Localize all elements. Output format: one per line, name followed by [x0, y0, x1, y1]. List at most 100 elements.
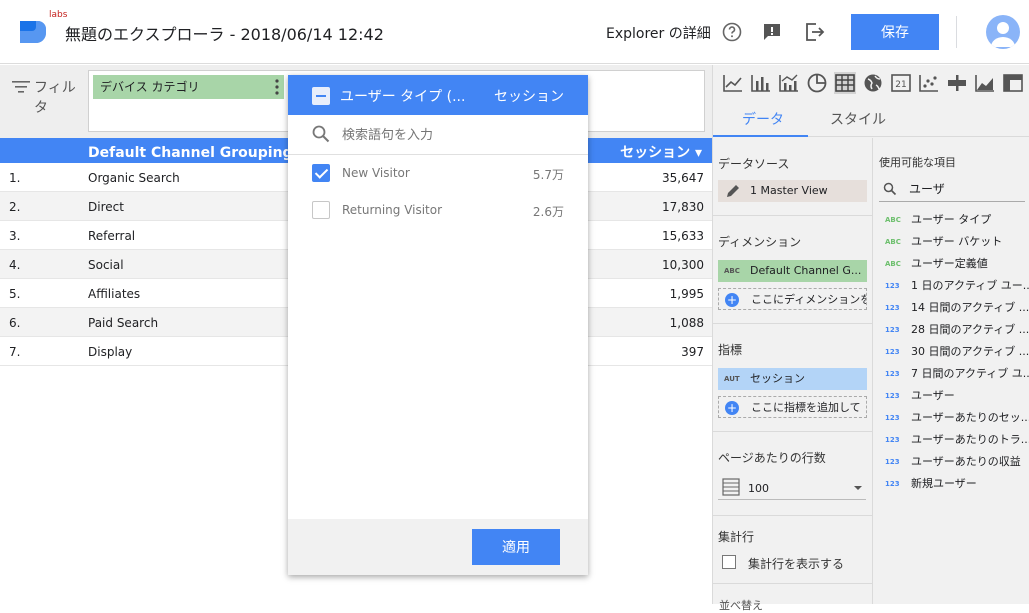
available-fields-title: 使用可能な項目 — [879, 156, 956, 169]
tab-data[interactable]: データ — [742, 109, 784, 129]
save-button[interactable]: 保存 — [851, 14, 939, 50]
row-metric-value: 15,633 — [662, 229, 704, 243]
filter-chip-label: デバイス カテゴリ — [100, 80, 200, 94]
combo-chart-icon[interactable] — [778, 72, 800, 94]
show-total-checkbox[interactable] — [722, 555, 736, 569]
filter-chip-device-category[interactable]: デバイス カテゴリ — [93, 75, 284, 99]
table-chart-icon[interactable] — [834, 72, 856, 94]
exit-icon[interactable] — [802, 20, 826, 44]
report-title[interactable]: 無題のエクスプローラ - 2018/06/14 12:42 — [65, 21, 384, 45]
add-dimension-dropzone[interactable]: + ここにディメンションを — [718, 288, 867, 310]
list-item-label: New Visitor — [342, 166, 410, 180]
search-input[interactable] — [342, 125, 562, 145]
section-divider — [713, 515, 873, 516]
help-icon[interactable] — [720, 20, 744, 44]
toolbar-divider — [956, 16, 957, 48]
list-item-new-visitor[interactable]: New Visitor 5.7万 — [288, 155, 588, 191]
panel-tabs: データ スタイル — [713, 99, 1029, 137]
row-metric-value: 397 — [681, 345, 704, 359]
available-field-item[interactable]: 123 28 日間のアクティブ ... — [879, 319, 1029, 341]
dimension-field[interactable]: ABC Default Channel G... — [718, 260, 867, 282]
available-field-item[interactable]: ABC ユーザー タイプ — [879, 209, 1029, 231]
available-field-item[interactable]: 123 14 日間のアクティブ ... — [879, 297, 1029, 319]
row-index: 2. — [9, 200, 21, 214]
bar-chart-icon[interactable] — [750, 72, 772, 94]
area-chart-icon[interactable] — [974, 72, 996, 94]
checkbox-new-visitor[interactable] — [312, 164, 330, 182]
available-field-label: ユーザー バケット — [911, 235, 1003, 248]
field-type-tag: 123 — [885, 436, 900, 444]
pivot-table-icon[interactable] — [1002, 72, 1024, 94]
rows-per-page-value: 100 — [748, 482, 769, 495]
apply-button[interactable]: 適用 — [472, 529, 560, 565]
edit-icon[interactable] — [726, 184, 740, 198]
field-search-input[interactable] — [909, 181, 1019, 195]
avatar[interactable] — [986, 15, 1020, 49]
available-field-item[interactable]: 123 30 日間のアクティブ ... — [879, 341, 1029, 363]
available-field-item[interactable]: 123 ユーザーあたりのトラ... — [879, 429, 1029, 451]
labs-badge: labs — [49, 10, 68, 20]
search-icon — [883, 182, 897, 196]
field-type-tag: 123 — [885, 304, 900, 312]
available-field-item[interactable]: 123 ユーザー — [879, 385, 1029, 407]
row-index: 5. — [9, 287, 21, 301]
available-field-item[interactable]: 123 7 日間のアクティブ ユ... — [879, 363, 1029, 385]
row-metric-value: 1,088 — [669, 316, 704, 330]
data-studio-logo-icon — [20, 21, 46, 43]
dropdown-metric-header: セッション — [494, 89, 564, 105]
field-type-tag: ABC — [885, 216, 901, 224]
add-icon: + — [725, 401, 739, 415]
available-field-item[interactable]: 123 ユーザーあたりのセッ... — [879, 407, 1029, 429]
dimension-value: Default Channel G... — [750, 264, 862, 277]
more-vert-icon[interactable] — [275, 79, 279, 95]
line-chart-icon[interactable] — [722, 72, 744, 94]
available-field-label: ユーザー — [911, 389, 955, 402]
available-field-item[interactable]: 123 新規ユーザー — [879, 473, 1029, 495]
deselect-all-checkbox[interactable] — [312, 87, 330, 105]
row-index: 6. — [9, 316, 21, 330]
scatter-chart-icon[interactable] — [918, 72, 940, 94]
dimension-title: ディメンション — [718, 235, 802, 249]
list-item-returning-visitor[interactable]: Returning Visitor 2.6万 — [288, 192, 588, 228]
explorer-detail-link[interactable]: Explorer の詳細 — [606, 23, 711, 43]
available-field-item[interactable]: 123 1 日のアクティブ ユー... — [879, 275, 1029, 297]
add-metric-label: ここに指標を追加して — [751, 401, 861, 414]
filter-label: フィルタ — [34, 78, 78, 118]
bullet-chart-icon[interactable] — [946, 72, 968, 94]
metric-type-tag: AUT — [724, 375, 740, 383]
scorecard-icon[interactable]: 21 — [890, 72, 912, 94]
row-dimension-value: Direct — [88, 200, 124, 214]
available-field-label: 14 日間のアクティブ ... — [911, 301, 1029, 314]
add-metric-dropzone[interactable]: + ここに指標を追加して — [718, 396, 867, 418]
user-avatar-icon — [991, 22, 1015, 47]
geo-chart-icon[interactable] — [862, 72, 884, 94]
available-field-label: 30 日間のアクティブ ... — [911, 345, 1029, 358]
available-field-item[interactable]: 123 ユーザーあたりの収益 — [879, 451, 1029, 473]
row-index: 1. — [9, 171, 21, 185]
row-index: 7. — [9, 345, 21, 359]
metric-field[interactable]: AUT セッション — [718, 368, 867, 390]
column-header-metric[interactable]: セッション ▾ — [620, 142, 702, 162]
field-type-tag: 123 — [885, 326, 900, 334]
available-field-label: ユーザー タイプ — [911, 213, 992, 226]
row-dimension-value: Referral — [88, 229, 136, 243]
pie-chart-icon[interactable] — [806, 72, 828, 94]
available-field-item[interactable]: ABC ユーザー定義値 — [879, 253, 1029, 275]
active-tab-indicator — [713, 135, 808, 137]
checkbox-returning-visitor[interactable] — [312, 201, 330, 219]
total-row-title: 集計行 — [718, 530, 755, 544]
list-item-label: Returning Visitor — [342, 203, 443, 217]
available-field-item[interactable]: ABC ユーザー バケット — [879, 231, 1029, 253]
show-total-label: 集計行を表示する — [748, 557, 845, 571]
row-dimension-value: Affiliates — [88, 287, 141, 301]
row-metric-value: 35,647 — [662, 171, 704, 185]
field-type-tag: ABC — [885, 238, 901, 246]
available-field-label: ユーザー定義値 — [911, 257, 988, 270]
row-index: 4. — [9, 258, 21, 272]
datasource-field[interactable]: 1 Master View — [718, 180, 867, 202]
row-metric-value: 17,830 — [662, 200, 704, 214]
tab-style[interactable]: スタイル — [830, 109, 886, 129]
feedback-icon[interactable] — [760, 20, 784, 44]
chevron-down-icon — [854, 486, 862, 490]
rows-per-page-select[interactable]: 100 — [718, 476, 866, 500]
